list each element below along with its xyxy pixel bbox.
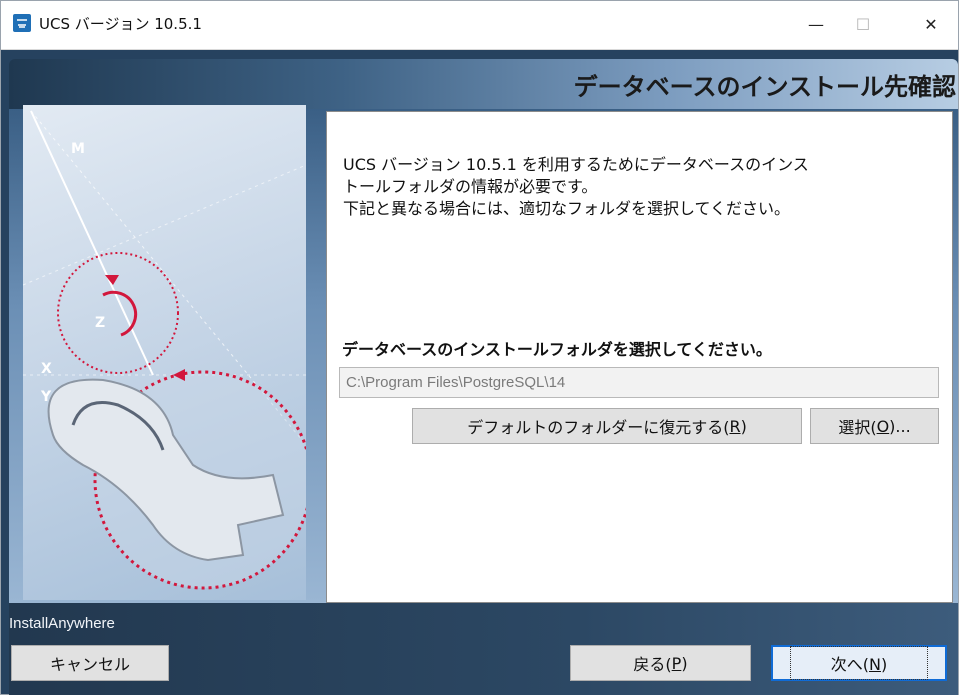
- content-panel: UCS バージョン 10.5.1 を利用するためにデータベースのインス トールフ…: [326, 111, 953, 603]
- axis-label-z: Z: [95, 315, 105, 331]
- minimize-icon[interactable]: —: [793, 1, 839, 47]
- axis-label-x: X: [41, 361, 52, 377]
- back-button[interactable]: 戻る(P): [570, 645, 751, 681]
- restore-default-folder-button[interactable]: デフォルトのフォルダーに復元する(R): [412, 408, 802, 444]
- intro-line-2: トールフォルダの情報が必要です。: [343, 177, 598, 196]
- close-icon[interactable]: ✕: [908, 1, 954, 47]
- intro-text: UCS バージョン 10.5.1 を利用するためにデータベースのインス トールフ…: [343, 154, 933, 220]
- brand-label: InstallAnywhere: [9, 615, 115, 632]
- maximize-icon[interactable]: ☐: [840, 1, 886, 47]
- axis-label-y: Y: [40, 389, 52, 405]
- window-title: UCS バージョン 10.5.1: [39, 15, 202, 33]
- installer-window: UCS バージョン 10.5.1 — ☐ ✕ データベースのインストール先確認 …: [0, 0, 959, 695]
- select-folder-button[interactable]: 選択(O)...: [810, 408, 939, 444]
- axis-label-m: M: [71, 141, 85, 157]
- installer-illustration: M Z X Y: [23, 105, 306, 600]
- next-button[interactable]: 次へ(N): [771, 645, 947, 681]
- app-icon: [13, 14, 31, 32]
- page-title: データベースのインストール先確認: [573, 73, 956, 101]
- cancel-button[interactable]: キャンセル: [11, 645, 169, 681]
- title-bar[interactable]: UCS バージョン 10.5.1 — ☐ ✕: [1, 1, 958, 50]
- intro-line-1: UCS バージョン 10.5.1 を利用するためにデータベースのインス: [343, 155, 809, 174]
- folder-prompt: データベースのインストールフォルダを選択してください。: [342, 340, 772, 359]
- header-banner: データベースのインストール先確認: [9, 59, 958, 109]
- intro-line-3: 下記と異なる場合には、適切なフォルダを選択してください。: [343, 199, 791, 218]
- install-folder-field[interactable]: C:\Program Files\PostgreSQL\14: [339, 367, 939, 398]
